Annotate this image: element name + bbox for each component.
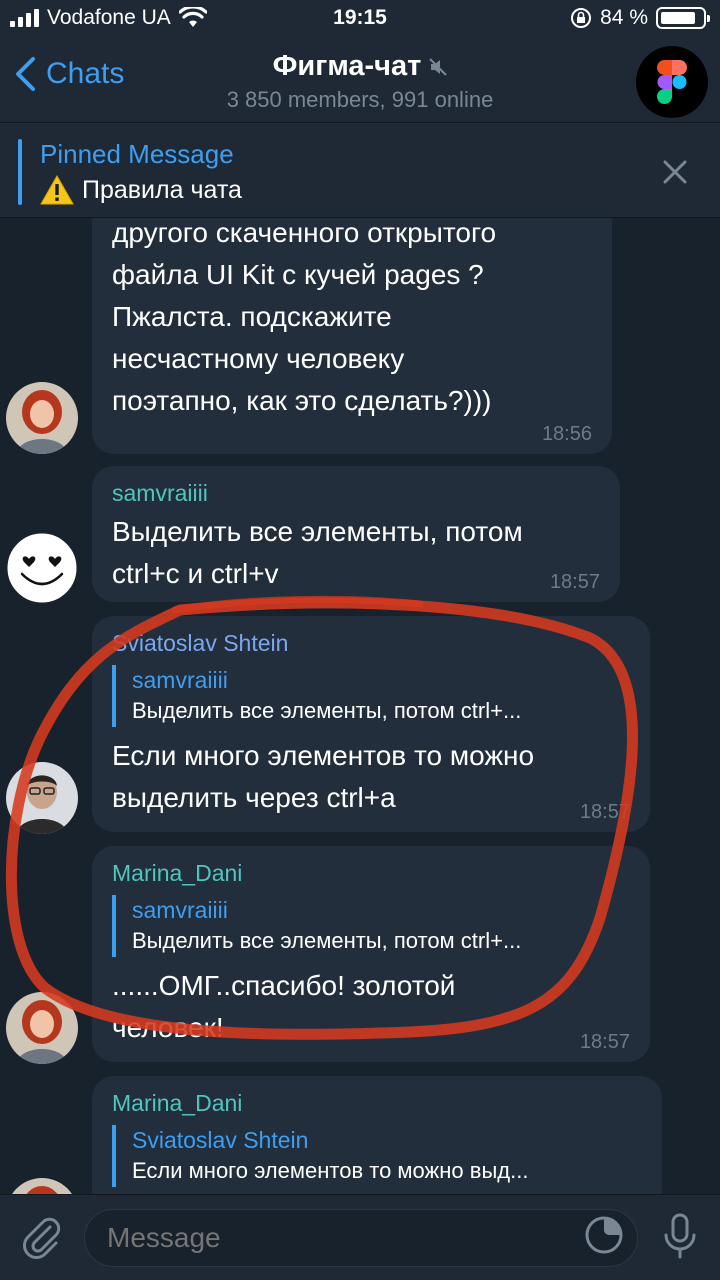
reply-text: Выделить все элементы, потом ctrl+...: [132, 928, 522, 953]
message-text-line: Выделить все элементы, потом: [112, 516, 523, 547]
sticker-icon[interactable]: [584, 1215, 624, 1255]
message-time: 18:56: [541, 423, 592, 445]
reply-text: Выделить все элементы, потом ctrl+...: [132, 698, 522, 723]
message-text-line: человек!: [112, 1012, 224, 1043]
reply-quote[interactable]: samvraiiii Выделить все элементы, потом …: [112, 665, 630, 727]
message-time: 18:57: [579, 1031, 630, 1053]
reply-quote[interactable]: samvraiiii Выделить все элементы, потом …: [112, 895, 630, 957]
pinned-accent-bar: [18, 139, 22, 205]
warning-icon: [40, 175, 74, 205]
reply-name: samvraiiii: [132, 667, 228, 693]
reply-name: samvraiiii: [132, 897, 228, 923]
mute-icon: [429, 57, 448, 76]
avatar[interactable]: [6, 762, 78, 834]
battery-icon: [656, 7, 710, 29]
message-text-line: ......ОМГ..спасибо! золотой: [112, 970, 456, 1001]
avatar-man-glasses: [6, 762, 78, 834]
avatar[interactable]: [6, 992, 78, 1064]
message-text-line: файла UI Kit с кучей pages ?: [112, 259, 484, 290]
group-avatar[interactable]: [636, 46, 708, 118]
message-time: 18:57: [549, 571, 600, 593]
chat-area[interactable]: другого скаченного открытого файла UI Ki…: [0, 218, 720, 1194]
attach-icon[interactable]: [20, 1215, 64, 1259]
message-text-line: несчастному человеку: [112, 343, 405, 374]
avatar-woman-red-hair: [6, 992, 78, 1064]
sender-name: samvraiiii: [112, 480, 208, 506]
message-bubble[interactable]: samvraiiii Выделить все элементы, потом …: [92, 466, 620, 602]
message-text-line: Если много элементов то можно: [112, 740, 535, 771]
message-text-line: Пжалста. подскажите: [112, 301, 392, 332]
sender-name: Marina_Dani: [112, 860, 243, 886]
avatar-woman-red-hair: [6, 1178, 78, 1194]
message-bubble[interactable]: Marina_Dani Sviatoslav Shtein Если много…: [92, 1076, 662, 1194]
figma-logo-icon: [657, 60, 687, 104]
message-time: 18:57: [579, 801, 630, 823]
chat-subtitle: 3 850 members, 991 online: [226, 87, 494, 112]
message-text-line: выделить через ctrl+a: [112, 782, 396, 813]
message-input[interactable]: [84, 1209, 638, 1267]
status-bar: Vodafone UA 19:15 84 %: [0, 0, 720, 40]
smiley-face-icon: [6, 532, 78, 604]
avatar[interactable]: [6, 1178, 78, 1194]
reply-quote[interactable]: Sviatoslav Shtein Если много элементов т…: [112, 1125, 642, 1187]
message-bubble[interactable]: другого скаченного открытого файла UI Ki…: [92, 218, 612, 454]
lock-rotation-icon: [571, 8, 592, 28]
message-input-bar: [0, 1194, 720, 1280]
chat-title: Фигма-чат: [272, 50, 422, 82]
microphone-icon[interactable]: [662, 1213, 698, 1261]
message-bubble[interactable]: Marina_Dani samvraiiii Выделить все элем…: [92, 846, 650, 1062]
avatar[interactable]: [6, 382, 78, 454]
status-right: 84 %: [570, 6, 710, 30]
battery-percent: 84 %: [600, 6, 648, 29]
pinned-label: Pinned Message: [40, 139, 234, 169]
reply-name: Sviatoslav Shtein: [132, 1127, 309, 1153]
pinned-message[interactable]: Pinned Message Правила чата: [0, 122, 720, 218]
message-text-line: ctrl+c и ctrl+v: [112, 558, 279, 589]
sender-name: Sviatoslav Shtein: [112, 630, 289, 656]
message-text-line: другого скаченного открытого: [112, 218, 497, 248]
chat-header[interactable]: Фигма-чат 3 850 members, 991 online: [0, 50, 720, 113]
message-text-line: поэтапно, как это сделать?))): [112, 385, 492, 416]
message-bubble[interactable]: Sviatoslav Shtein samvraiiii Выделить вс…: [92, 616, 650, 832]
sender-name: Marina_Dani: [112, 1090, 243, 1116]
close-icon[interactable]: [660, 157, 690, 187]
pinned-text: Правила чата: [82, 175, 242, 204]
avatar[interactable]: [6, 532, 78, 604]
nav-bar: Chats Фигма-чат 3 850 members, 991 onlin…: [0, 40, 720, 122]
reply-text: Если много элементов то можно выд...: [132, 1158, 529, 1183]
avatar-woman-red-hair: [6, 382, 78, 454]
